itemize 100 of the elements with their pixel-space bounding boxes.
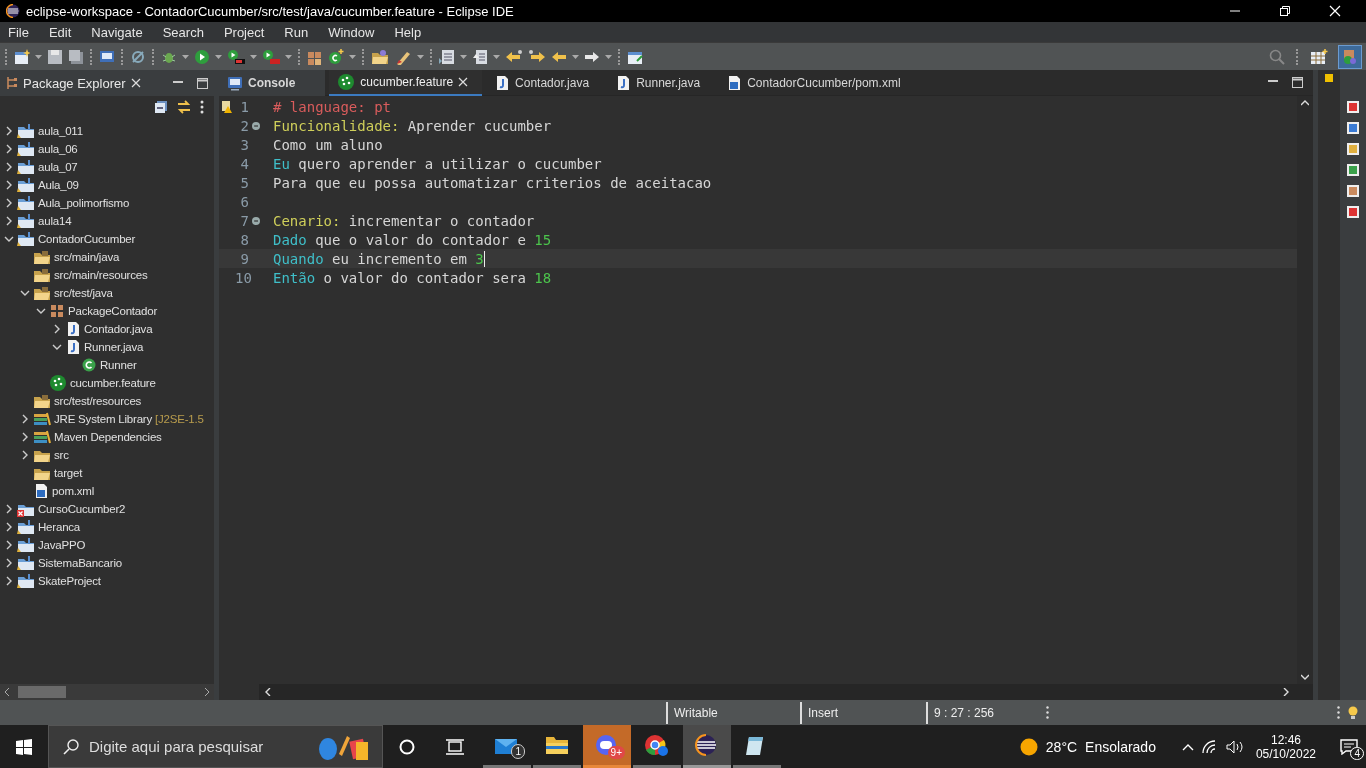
menu-item[interactable]: File	[0, 24, 37, 40]
scroll-down-icon[interactable]	[1301, 674, 1309, 680]
chevron-icon[interactable]	[4, 522, 14, 532]
tree-item[interactable]: SkateProject	[38, 575, 101, 587]
tree-item[interactable]: Contador.java	[84, 323, 153, 335]
perspective-grid-icon[interactable]	[1310, 48, 1328, 65]
editor-tab[interactable]: Runner.java	[607, 70, 715, 96]
caret-icon[interactable]	[250, 54, 257, 59]
clock-date[interactable]: 05/10/2022	[1255, 746, 1316, 761]
wifi-icon[interactable]	[1201, 739, 1218, 754]
chevron-icon[interactable]	[4, 504, 14, 514]
more-icon[interactable]	[1337, 706, 1340, 719]
taskbar-app[interactable]: 9+	[583, 725, 631, 768]
tree-item[interactable]: CursoCucumber2	[38, 503, 126, 515]
chevron-icon[interactable]	[52, 342, 62, 352]
caret-icon[interactable]	[572, 54, 579, 59]
collapse-all-icon[interactable]	[154, 100, 168, 114]
taskbar-app[interactable]: 1	[483, 725, 531, 768]
chevron-icon[interactable]	[52, 324, 62, 334]
tree-item[interactable]: src/test/java	[54, 287, 113, 299]
tree-item[interactable]: Runner	[100, 359, 137, 371]
forward-edit-icon[interactable]	[528, 48, 546, 65]
tree-item[interactable]: JavaPPO	[38, 539, 86, 551]
new-window-icon[interactable]	[14, 48, 30, 65]
caret-icon[interactable]	[605, 54, 612, 59]
view-menu-icon[interactable]	[200, 100, 204, 114]
tree-item[interactable]: Aula_polimorfismo	[38, 197, 130, 209]
maximize-icon[interactable]	[197, 77, 208, 89]
chevron-icon[interactable]	[20, 432, 30, 442]
play-icon[interactable]	[194, 48, 210, 65]
chevron-icon[interactable]	[4, 558, 14, 568]
link-arrows-icon[interactable]	[177, 100, 191, 114]
chevron-icon[interactable]	[4, 216, 14, 226]
caret-icon[interactable]	[493, 54, 500, 59]
chevron-icon[interactable]	[4, 162, 14, 172]
scroll-up-icon[interactable]	[1301, 100, 1309, 106]
close-icon[interactable]	[458, 76, 469, 87]
document-up-icon[interactable]	[472, 48, 488, 65]
menu-item[interactable]: Project	[215, 24, 273, 40]
tree-item[interactable]: Runner.java	[84, 341, 144, 353]
chevron-icon[interactable]	[4, 234, 14, 244]
caret-icon[interactable]	[349, 54, 356, 59]
close-icon[interactable]	[130, 78, 141, 88]
chevron-up-icon[interactable]	[1181, 742, 1194, 751]
tree-item[interactable]: ContadorCucumber	[38, 233, 136, 245]
caret-icon[interactable]	[417, 54, 424, 59]
chevron-icon[interactable]	[4, 576, 14, 586]
menu-item[interactable]: Window	[320, 24, 383, 40]
tree-item[interactable]: aula_011	[38, 125, 83, 137]
tree-item[interactable]: PackageContador	[68, 305, 158, 317]
menu-item[interactable]: Help	[386, 24, 430, 40]
caret-icon[interactable]	[182, 54, 189, 59]
tree-item[interactable]: JRE System Library [J2SE-1.5	[54, 413, 204, 425]
editor-tab[interactable]: Console	[219, 70, 326, 96]
class-add-icon[interactable]	[328, 48, 344, 65]
chevron-icon[interactable]	[4, 198, 14, 208]
tree-item[interactable]: src/main/java	[54, 251, 120, 263]
scroll-left-icon[interactable]	[4, 688, 10, 696]
menu-item[interactable]: Search	[154, 24, 212, 40]
tree-item[interactable]: Heranca	[38, 521, 81, 533]
chevron-icon[interactable]	[4, 180, 14, 190]
clock-time[interactable]: 12:46	[1270, 732, 1301, 747]
caret-icon[interactable]	[215, 54, 222, 59]
tree-item[interactable]: src/main/resources	[54, 269, 148, 281]
notifications-icon[interactable]	[1340, 738, 1358, 755]
tree-item[interactable]: Maven Dependencies	[54, 431, 162, 443]
tree-item[interactable]: aula_06	[38, 143, 78, 155]
back-edit-icon[interactable]	[505, 48, 523, 65]
chevron-icon[interactable]	[4, 126, 14, 136]
run-config-icon[interactable]	[227, 48, 245, 65]
chevron-icon[interactable]	[36, 306, 46, 316]
restore-icon[interactable]	[1279, 5, 1291, 17]
menu-item[interactable]: Run	[276, 24, 317, 40]
volume-icon[interactable]	[1225, 739, 1244, 754]
editor-tab[interactable]: ContadorCucumber/pom.xml	[718, 70, 915, 96]
crossed-circle-icon[interactable]	[130, 48, 146, 65]
fold-icon[interactable]	[251, 216, 260, 225]
taskbar-app[interactable]	[683, 725, 731, 768]
tree-item[interactable]: SistemaBancario	[38, 557, 122, 569]
tree-item[interactable]: cucumber.feature	[70, 377, 156, 389]
maximize-icon[interactable]	[1292, 77, 1303, 88]
terminal-icon[interactable]	[99, 48, 115, 65]
chevron-icon[interactable]	[4, 540, 14, 550]
editor-tab[interactable]: Contador.java	[486, 70, 604, 96]
lightbulb-icon[interactable]	[1348, 705, 1358, 720]
disks-icon[interactable]	[68, 48, 84, 65]
tree-item[interactable]: src	[54, 449, 69, 461]
chevron-icon[interactable]	[20, 288, 30, 298]
editor-tab[interactable]: cucumber.feature	[329, 70, 483, 96]
chevron-icon[interactable]	[20, 414, 30, 424]
search-field[interactable]: Digite aqui para pesquisar	[48, 725, 383, 768]
fold-icon[interactable]	[251, 121, 260, 130]
windows-logo-icon[interactable]	[16, 738, 32, 755]
more-icon[interactable]	[1046, 706, 1049, 719]
caret-icon[interactable]	[285, 54, 292, 59]
tree-item[interactable]: aula14	[38, 215, 72, 227]
scroll-right-icon[interactable]	[204, 688, 210, 696]
tree-item[interactable]: aula_07	[38, 161, 78, 173]
menu-item[interactable]: Edit	[40, 24, 80, 40]
chevron-icon[interactable]	[4, 144, 14, 154]
